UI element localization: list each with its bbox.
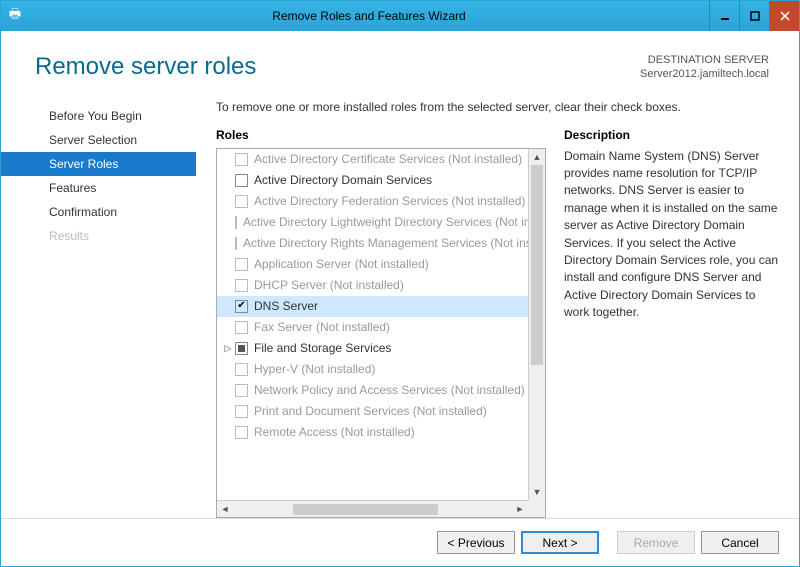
role-label: Network Policy and Access Services (Not … <box>254 383 525 397</box>
previous-button[interactable]: < Previous <box>437 531 515 554</box>
nav-step-confirmation[interactable]: Confirmation <box>1 200 196 224</box>
nav-step-server-selection[interactable]: Server Selection <box>1 128 196 152</box>
maximize-button[interactable] <box>739 1 769 31</box>
role-row: Active Directory Certificate Services (N… <box>217 149 528 170</box>
wizard-window: 🖶 Remove Roles and Features Wizard Remov… <box>0 0 800 567</box>
role-row: Remote Access (Not installed) <box>217 422 528 443</box>
role-checkbox <box>235 321 248 334</box>
role-checkbox <box>235 363 248 376</box>
role-label: DHCP Server (Not installed) <box>254 278 404 292</box>
description-text: Domain Name System (DNS) Server provides… <box>564 148 779 322</box>
role-checkbox <box>235 384 248 397</box>
role-label: Active Directory Domain Services <box>254 173 432 187</box>
roles-scroll-area[interactable]: Active Directory Certificate Services (N… <box>217 149 528 500</box>
role-row: Network Policy and Access Services (Not … <box>217 380 528 401</box>
role-row: Application Server (Not installed) <box>217 254 528 275</box>
window-controls <box>709 1 799 31</box>
role-label: Application Server (Not installed) <box>254 257 429 271</box>
role-row[interactable]: Active Directory Domain Services <box>217 170 528 191</box>
expand-icon[interactable]: ▷ <box>223 343 233 354</box>
role-checkbox[interactable] <box>235 342 248 355</box>
nav-step-results: Results <box>1 224 196 248</box>
scroll-right-arrow-icon[interactable]: ► <box>512 504 528 514</box>
vscroll-thumb[interactable] <box>531 165 543 365</box>
role-checkbox <box>235 216 237 229</box>
destination-info: DESTINATION SERVER Server2012.jamiltech.… <box>640 53 769 82</box>
role-label: Active Directory Rights Management Servi… <box>243 236 528 250</box>
footer: < Previous Next > Remove Cancel <box>1 518 799 566</box>
role-label: DNS Server <box>254 299 318 313</box>
destination-label: DESTINATION SERVER <box>640 53 769 67</box>
app-icon: 🖶 <box>1 5 29 27</box>
role-label: Hyper-V (Not installed) <box>254 362 375 376</box>
remove-button[interactable]: Remove <box>617 531 695 554</box>
role-checkbox <box>235 405 248 418</box>
role-row: Fax Server (Not installed) <box>217 317 528 338</box>
role-row: Print and Document Services (Not install… <box>217 401 528 422</box>
role-row: DHCP Server (Not installed) <box>217 275 528 296</box>
wizard-nav: Before You BeginServer SelectionServer R… <box>1 92 196 518</box>
roles-heading: Roles <box>216 128 546 142</box>
role-label: Active Directory Federation Services (No… <box>254 194 525 208</box>
header-row: Remove server roles DESTINATION SERVER S… <box>1 31 799 92</box>
minimize-button[interactable] <box>709 1 739 31</box>
scroll-corner <box>528 500 545 517</box>
role-label: Fax Server (Not installed) <box>254 320 390 334</box>
nav-step-before-you-begin[interactable]: Before You Begin <box>1 104 196 128</box>
cancel-button[interactable]: Cancel <box>701 531 779 554</box>
role-row: Active Directory Federation Services (No… <box>217 191 528 212</box>
role-label: Active Directory Lightweight Directory S… <box>243 215 528 229</box>
role-label: Remote Access (Not installed) <box>254 425 415 439</box>
page-title: Remove server roles <box>35 53 640 81</box>
role-checkbox <box>235 237 237 250</box>
role-row: Hyper-V (Not installed) <box>217 359 528 380</box>
role-checkbox <box>235 426 248 439</box>
columns: Roles Active Directory Certificate Servi… <box>216 128 779 518</box>
title-bar[interactable]: 🖶 Remove Roles and Features Wizard <box>1 1 799 31</box>
vertical-scrollbar[interactable]: ▲ ▼ <box>528 149 545 500</box>
role-row[interactable]: DNS Server <box>217 296 528 317</box>
role-label: File and Storage Services <box>254 341 391 355</box>
role-label: Print and Document Services (Not install… <box>254 404 487 418</box>
destination-name: Server2012.jamiltech.local <box>640 67 769 81</box>
horizontal-scrollbar[interactable]: ◄ ► <box>217 500 528 517</box>
instruction-text: To remove one or more installed roles fr… <box>216 100 779 114</box>
nav-step-features[interactable]: Features <box>1 176 196 200</box>
role-checkbox <box>235 153 248 166</box>
hscroll-thumb[interactable] <box>293 504 438 515</box>
role-row: Active Directory Rights Management Servi… <box>217 233 528 254</box>
roles-listbox: Active Directory Certificate Services (N… <box>216 148 546 518</box>
main-panel: To remove one or more installed roles fr… <box>196 92 779 518</box>
content-area: Remove server roles DESTINATION SERVER S… <box>1 31 799 566</box>
role-label: Active Directory Certificate Services (N… <box>254 152 522 166</box>
window-title: Remove Roles and Features Wizard <box>29 9 709 23</box>
scroll-left-arrow-icon[interactable]: ◄ <box>217 504 233 514</box>
role-checkbox <box>235 258 248 271</box>
role-checkbox <box>235 279 248 292</box>
scroll-down-arrow-icon[interactable]: ▼ <box>529 484 545 500</box>
role-checkbox[interactable] <box>235 300 248 313</box>
close-button[interactable] <box>769 1 799 31</box>
description-column: Description Domain Name System (DNS) Ser… <box>564 128 779 518</box>
role-row: Active Directory Lightweight Directory S… <box>217 212 528 233</box>
role-row[interactable]: ▷ File and Storage Services <box>217 338 528 359</box>
description-heading: Description <box>564 128 779 142</box>
nav-step-server-roles[interactable]: Server Roles <box>1 152 196 176</box>
scroll-up-arrow-icon[interactable]: ▲ <box>529 149 545 165</box>
body-row: Before You BeginServer SelectionServer R… <box>1 92 799 518</box>
role-checkbox <box>235 195 248 208</box>
role-checkbox[interactable] <box>235 174 248 187</box>
next-button[interactable]: Next > <box>521 531 599 554</box>
roles-column: Roles Active Directory Certificate Servi… <box>216 128 546 518</box>
